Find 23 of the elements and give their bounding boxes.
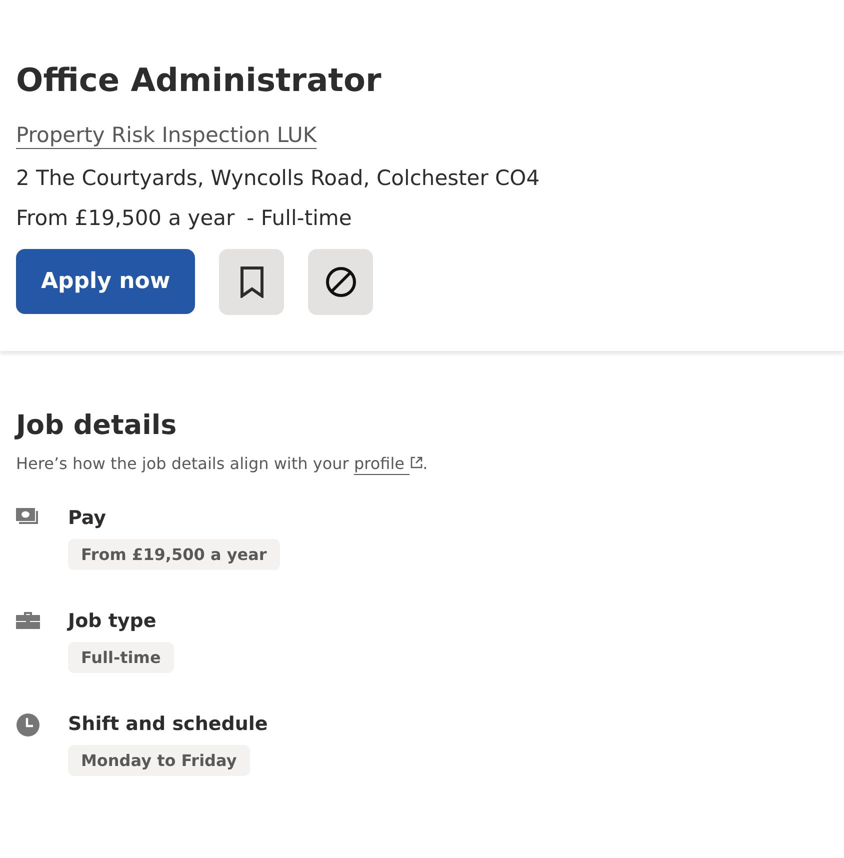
intro-text: Here’s how the job details align with your profile .	[16, 453, 429, 475]
prohibited-icon	[324, 266, 357, 298]
salary-text: From £19,500 a year	[16, 205, 235, 232]
detail-tag: Monday to Friday	[68, 745, 250, 776]
not-interested-button[interactable]	[308, 249, 374, 315]
job-location: 2 The Courtyards, Wyncolls Road, Colchester CO4	[16, 165, 541, 192]
clock-icon	[16, 713, 40, 737]
job-type-text: - Full-time	[246, 205, 352, 232]
external-link-icon	[410, 456, 423, 469]
section-heading: Job details	[16, 409, 178, 443]
banknote-icon	[16, 507, 40, 527]
detail-label: Pay	[68, 506, 108, 531]
detail-label: Job type	[68, 609, 158, 634]
job-title: Office Administrator	[16, 60, 382, 101]
apply-button[interactable]: Apply now	[16, 249, 196, 314]
briefcase-icon	[16, 610, 40, 630]
detail-tag: Full-time	[68, 642, 174, 673]
company-link[interactable]: Property Risk Inspection LUK	[16, 120, 317, 150]
bookmark-icon	[238, 266, 265, 298]
profile-link[interactable]: profile	[354, 454, 423, 473]
save-button[interactable]	[219, 249, 284, 315]
detail-label: Shift and schedule	[68, 712, 268, 737]
detail-tag: From £19,500 a year	[68, 539, 280, 570]
